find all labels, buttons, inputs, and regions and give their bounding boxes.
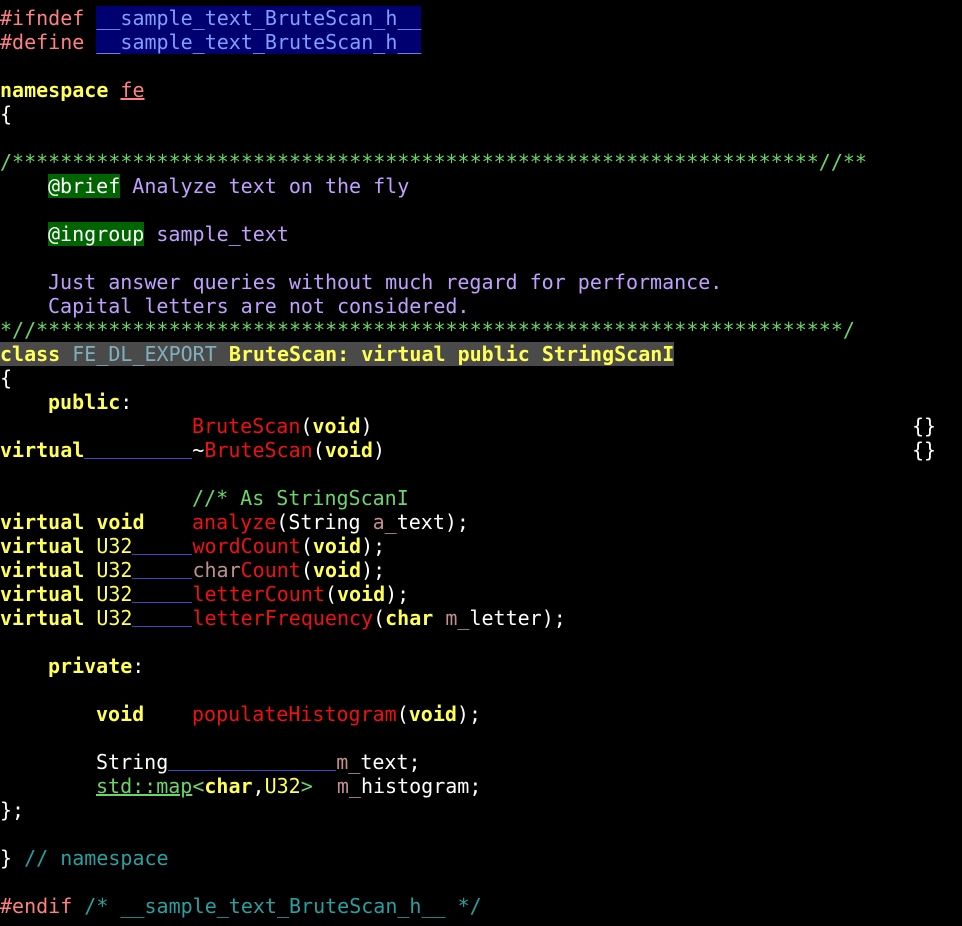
code-line-38: #endif /* __sample_text_BruteScan_h__ */ bbox=[0, 894, 482, 918]
code-line-25: virtual U32 letterCount(void); bbox=[0, 582, 410, 606]
class-signature: BruteScan: virtual public StringScanI bbox=[228, 342, 675, 366]
whitespace-marker bbox=[132, 582, 193, 603]
code-line-7: /***************************************… bbox=[0, 150, 867, 174]
code-line-18-body: {} bbox=[912, 414, 937, 438]
access-specifier: private bbox=[48, 654, 133, 678]
method-name: populateHistogram bbox=[192, 702, 397, 726]
export-macro: FE_DL_EXPORT bbox=[72, 342, 217, 366]
whitespace-marker bbox=[168, 750, 337, 771]
member-name: histogram bbox=[360, 774, 470, 798]
code-line-14: *//*************************************… bbox=[0, 318, 855, 342]
namespace-name: fe bbox=[120, 78, 145, 102]
doc-comment-border: /***************************************… bbox=[0, 150, 867, 174]
preprocessor-directive: #ifndef bbox=[0, 6, 85, 30]
code-line-22-decl: analyze(String a_text); bbox=[192, 510, 469, 534]
doc-tag-ingroup: @ingroup bbox=[48, 222, 145, 246]
open-brace: { bbox=[0, 366, 13, 390]
code-line-34: }; bbox=[0, 798, 24, 822]
code-line-30: void bbox=[96, 702, 145, 726]
whitespace-marker bbox=[132, 534, 193, 555]
preprocessor-directive: #define bbox=[0, 30, 85, 54]
code-line-1: #ifndef __sample_text_BruteScan_h__ bbox=[0, 6, 422, 30]
code-line-17: public: bbox=[48, 390, 133, 414]
line-comment: //* As StringScanI bbox=[192, 486, 409, 510]
code-line-23: virtual U32 wordCount(void); bbox=[0, 534, 386, 558]
whitespace-marker bbox=[84, 438, 193, 459]
close-brace: } bbox=[0, 846, 13, 870]
code-line-19-body: {} bbox=[912, 438, 937, 462]
method-name: letterFrequency bbox=[192, 606, 374, 630]
doc-comment-border: *//*************************************… bbox=[0, 318, 855, 342]
code-line-21: //* As StringScanI bbox=[192, 486, 409, 510]
code-line-5: { bbox=[0, 102, 12, 126]
namespace-keyword: namespace bbox=[0, 78, 109, 102]
code-line-22: virtual void bbox=[0, 510, 145, 534]
code-line-18: BruteScan(void) bbox=[192, 414, 373, 438]
line-comment: // namespace bbox=[12, 846, 169, 870]
doc-tag-brief: @brief bbox=[48, 174, 121, 198]
code-line-24: virtual U32 charCount(void); bbox=[0, 558, 386, 582]
code-line-16: { bbox=[0, 366, 12, 390]
std-map-type: std::map bbox=[96, 774, 193, 798]
method-name: letterCount bbox=[192, 582, 325, 606]
code-line-30-decl: populateHistogram(void); bbox=[192, 702, 482, 726]
method-name: Count bbox=[240, 558, 301, 582]
class-end: }; bbox=[0, 798, 25, 822]
class-keyword: class bbox=[0, 342, 61, 366]
access-specifier: public bbox=[48, 390, 121, 414]
constructor-name: BruteScan bbox=[192, 414, 301, 438]
code-line-36: } // namespace bbox=[0, 846, 169, 870]
code-line-33: std::map<char,U32> m_histogram; bbox=[96, 774, 482, 798]
code-line-2: #define __sample_text_BruteScan_h__ bbox=[0, 30, 422, 54]
block-comment: /* __sample_text_BruteScan_h__ */ bbox=[72, 894, 482, 918]
code-editor[interactable]: #ifndef __sample_text_BruteScan_h__ #def… bbox=[0, 0, 962, 926]
include-guard-macro: __sample_text_BruteScan_h__ bbox=[96, 6, 422, 30]
code-line-10: @ingroup sample_text bbox=[48, 222, 289, 246]
doc-text: Capital letters are not considered. bbox=[48, 294, 470, 318]
method-name: wordCount bbox=[192, 534, 301, 558]
code-line-4: namespace fe bbox=[0, 78, 145, 102]
member-name: text bbox=[360, 750, 409, 774]
doc-text: sample_text bbox=[144, 222, 289, 246]
whitespace-marker bbox=[132, 606, 193, 627]
code-line-26: virtual U32 letterFrequency(char m_letter… bbox=[0, 606, 566, 630]
code-line-19: virtual ~BruteScan(void) bbox=[0, 438, 385, 462]
include-guard-macro: __sample_text_BruteScan_h__ bbox=[96, 30, 422, 54]
doc-text: Analyze text on the fly bbox=[120, 174, 410, 198]
destructor-name: BruteScan bbox=[204, 438, 313, 462]
code-line-15: class FE_DL_EXPORT BruteScan: virtual pu… bbox=[0, 342, 675, 366]
code-line-13: Capital letters are not considered. bbox=[48, 294, 469, 318]
preprocessor-directive: #endif bbox=[0, 894, 73, 918]
whitespace-marker bbox=[132, 558, 193, 579]
code-line-8: @brief Analyze text on the fly bbox=[48, 174, 409, 198]
doc-text: Just answer queries without much regard … bbox=[48, 270, 723, 294]
code-line-12: Just answer queries without much regard … bbox=[48, 270, 722, 294]
class-declaration: class FE_DL_EXPORT BruteScan: virtual pu… bbox=[0, 342, 675, 366]
open-brace: { bbox=[0, 102, 13, 126]
code-line-28: private: bbox=[48, 654, 145, 678]
code-line-32: String m_text; bbox=[96, 750, 421, 774]
method-name: analyze bbox=[192, 510, 277, 534]
